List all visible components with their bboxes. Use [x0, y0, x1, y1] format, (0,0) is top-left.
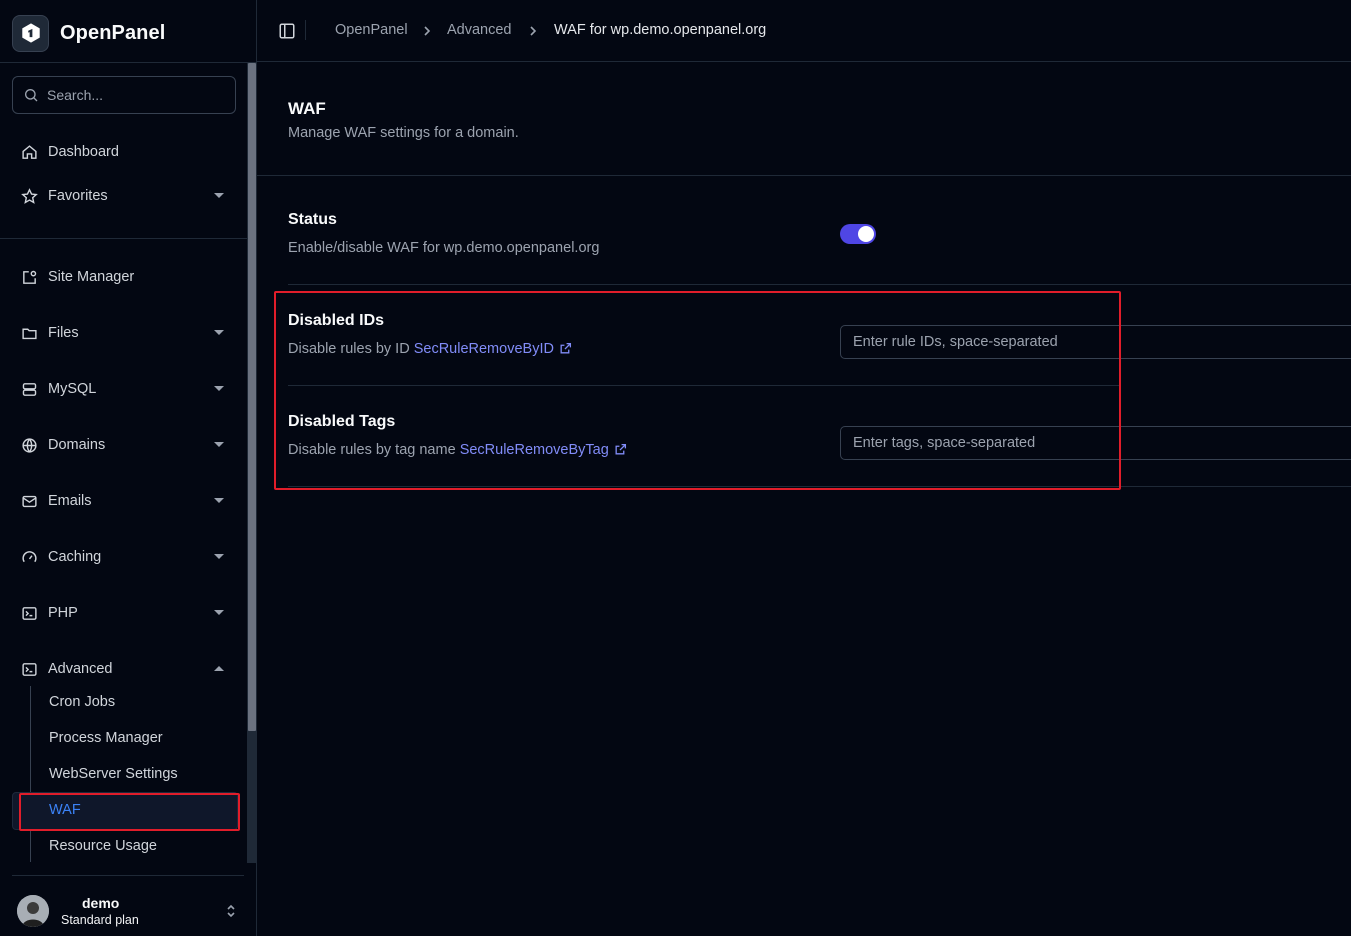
search-input[interactable] [47, 87, 217, 103]
sidebar-item-dashboard[interactable]: Dashboard [12, 134, 236, 170]
avatar [17, 895, 49, 927]
sidebar-item-files[interactable]: Files [12, 315, 236, 351]
site-manager-icon [20, 268, 38, 286]
breadcrumb-openpanel[interactable]: OpenPanel [335, 22, 408, 38]
status-description: Enable/disable WAF for wp.demo.openpanel… [288, 240, 600, 256]
breadcrumb-advanced[interactable]: Advanced [447, 22, 512, 38]
user-plan: Standard plan [61, 913, 139, 927]
sidebar-item-site-manager[interactable]: Site Manager [12, 259, 236, 295]
divider [12, 875, 244, 876]
highlight-box [274, 291, 1121, 490]
sidebar-subitem-resource-usage[interactable]: Resource Usage [49, 838, 157, 854]
sidebar-item-label: Advanced [48, 661, 113, 677]
status-title: Status [288, 211, 337, 228]
sidebar-subitem-process-manager[interactable]: Process Manager [49, 730, 163, 746]
divider [288, 284, 1351, 285]
sidebar-subitem-webserver-settings[interactable]: WebServer Settings [49, 766, 178, 782]
sidebar-item-label: Favorites [48, 188, 108, 204]
chevron-down-icon [214, 554, 224, 559]
sidebar-item-advanced[interactable]: Advanced [12, 651, 236, 687]
page-title: WAF [288, 99, 326, 118]
sidebar-item-label: Site Manager [48, 269, 135, 285]
brand[interactable]: OpenPanel [12, 14, 165, 52]
chevron-down-icon [214, 498, 224, 503]
sidebar-item-label: MySQL [48, 381, 97, 397]
toggle-knob [858, 226, 874, 242]
divider [0, 238, 247, 239]
chevron-up-icon [214, 666, 224, 671]
sidebar-item-mysql[interactable]: MySQL [12, 371, 236, 407]
breadcrumb-current: WAF for wp.demo.openpanel.org [554, 22, 767, 38]
sidebar-toggle-icon[interactable] [278, 22, 296, 45]
chevron-right-icon [528, 24, 538, 42]
sidebar-item-php[interactable]: PHP [12, 595, 236, 631]
top-header: OpenPanel Advanced WAF for wp.demo.openp… [257, 0, 1351, 62]
sidebar-item-label: PHP [48, 605, 78, 621]
waf-status-toggle[interactable] [840, 224, 876, 244]
chevron-down-icon [214, 330, 224, 335]
user-name: demo [82, 895, 120, 911]
gauge-icon [20, 548, 38, 566]
app: OpenPanel Dashboard Favorites Site Manag… [0, 0, 1351, 936]
brand-name: OpenPanel [60, 21, 166, 44]
sidebar-item-label: Domains [48, 437, 106, 453]
submenu-guide-line [30, 686, 31, 862]
divider [305, 20, 306, 40]
sidebar-item-domains[interactable]: Domains [12, 427, 236, 463]
terminal-icon [20, 660, 38, 678]
openpanel-logo-icon [12, 14, 49, 52]
terminal-icon [20, 604, 38, 622]
divider [0, 62, 257, 63]
sidebar-item-label: Emails [48, 493, 92, 509]
divider [257, 175, 1351, 176]
folder-icon [20, 324, 38, 342]
search-box [12, 76, 236, 114]
star-icon [20, 187, 38, 205]
sidebar-item-emails[interactable]: Emails [12, 483, 236, 519]
highlight-box [19, 793, 240, 831]
sidebar-item-caching[interactable]: Caching [12, 539, 236, 575]
mail-icon [20, 492, 38, 510]
chevron-down-icon [214, 193, 224, 198]
sidebar: OpenPanel Dashboard Favorites Site Manag… [0, 0, 257, 936]
search-icon [25, 89, 38, 102]
sidebar-subitem-cron-jobs[interactable]: Cron Jobs [49, 694, 115, 710]
sidebar-item-label: Caching [48, 549, 102, 565]
database-icon [20, 380, 38, 398]
page-subtitle: Manage WAF settings for a domain. [288, 125, 519, 141]
sidebar-item-label: Dashboard [48, 144, 119, 160]
sidebar-item-favorites[interactable]: Favorites [12, 178, 236, 214]
sidebar-scrollbar-thumb[interactable] [248, 63, 256, 731]
user-menu[interactable]: demo Standard plan [17, 895, 241, 929]
chevron-down-icon [214, 610, 224, 615]
chevron-down-icon [214, 442, 224, 447]
sidebar-item-label: Files [48, 325, 79, 341]
chevrons-up-down-icon[interactable] [224, 903, 238, 924]
globe-www-icon [20, 436, 38, 454]
home-icon [20, 143, 38, 161]
chevron-right-icon [422, 24, 432, 42]
chevron-down-icon [214, 386, 224, 391]
